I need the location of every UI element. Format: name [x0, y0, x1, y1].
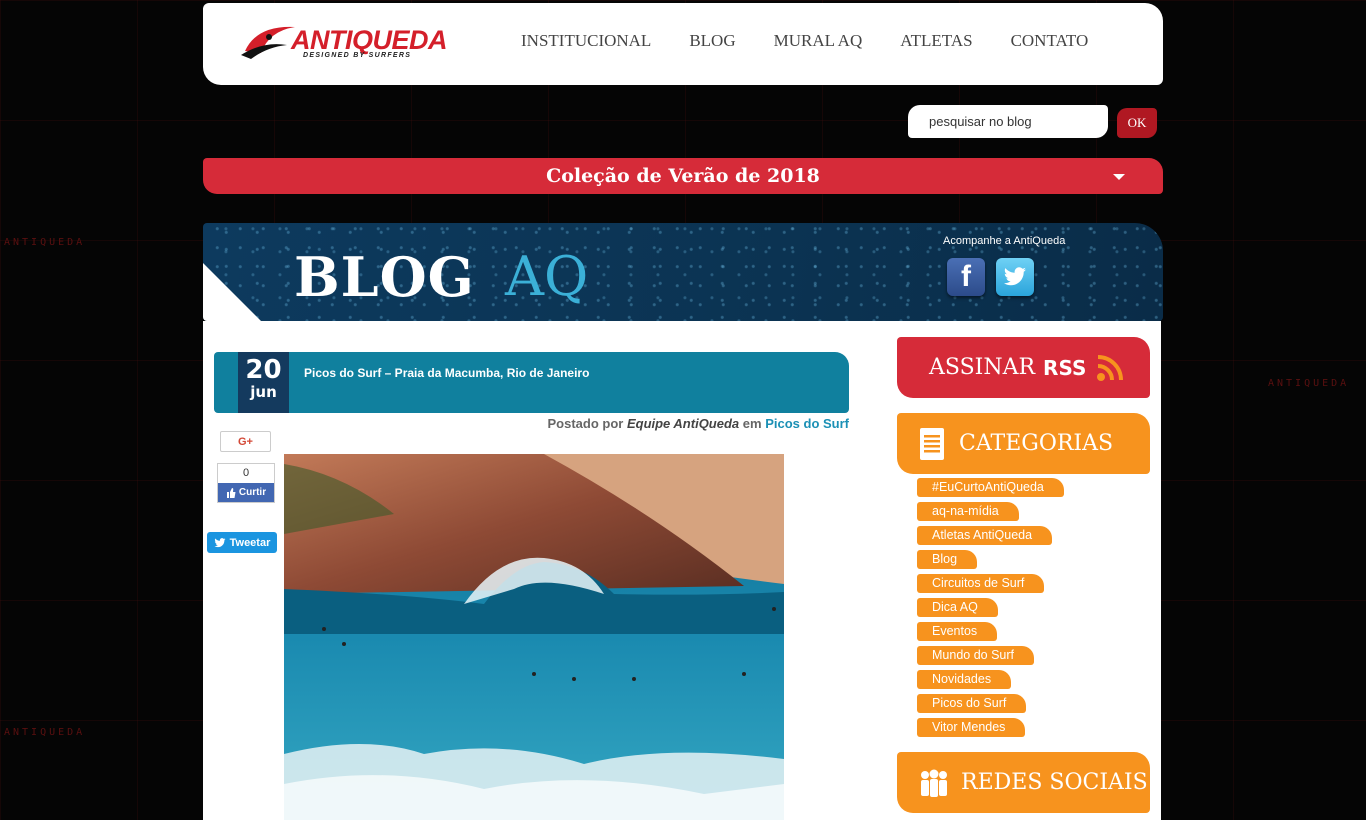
- twitter-icon[interactable]: [996, 258, 1034, 296]
- chevron-down-icon: [1113, 174, 1125, 180]
- rss-label: ASSINAR: [929, 355, 1036, 380]
- nav-item-atletas[interactable]: ATLETAS: [900, 31, 972, 51]
- category-item[interactable]: Atletas AntiQueda: [917, 526, 1053, 545]
- collection-title: Coleção de Verão de 2018: [546, 165, 820, 187]
- posted-in-word: em: [742, 416, 762, 431]
- category-item[interactable]: Vitor Mendes: [917, 718, 1026, 737]
- post-category-link[interactable]: Picos do Surf: [765, 416, 849, 431]
- collection-dropdown[interactable]: Coleção de Verão de 2018: [203, 158, 1163, 194]
- subscribe-rss-button[interactable]: ASSINAR RSS: [897, 337, 1150, 398]
- banner-blog-title: BLOG: [294, 245, 475, 309]
- nav-item-blog[interactable]: BLOG: [689, 31, 735, 51]
- category-item[interactable]: aq-na-mídia: [917, 502, 1019, 521]
- google-plus-label: G+: [238, 435, 253, 448]
- post-date-day: 20: [245, 355, 282, 385]
- facebook-icon[interactable]: f: [947, 258, 985, 296]
- background-wordmark: ANTIQUEDA: [4, 727, 86, 738]
- category-item[interactable]: Picos do Surf: [917, 694, 1027, 713]
- document-list-icon: [920, 427, 944, 460]
- rss-icon: [1097, 354, 1124, 381]
- antiqueda-logo[interactable]: ANTIQUEDA DESIGNED BY SURFERS: [239, 21, 471, 65]
- posted-prefix: Postado por: [547, 416, 624, 431]
- google-plus-button[interactable]: G+: [220, 431, 271, 452]
- categories-title: CATEGORIAS: [959, 431, 1114, 456]
- social-networks-header: REDES SOCIAIS: [897, 752, 1150, 813]
- post-date: 20 jun: [238, 352, 289, 413]
- category-item[interactable]: Circuitos de Surf: [917, 574, 1045, 593]
- search-input[interactable]: [908, 105, 1108, 138]
- banner-corner-cut: [203, 263, 261, 321]
- category-list: #EuCurtoAntiQueda aq-na-mídia Atletas An…: [917, 476, 1064, 740]
- nav-item-mural-aq[interactable]: MURAL AQ: [774, 31, 863, 51]
- logo-tagline: DESIGNED BY SURFERS: [303, 52, 412, 59]
- post-image-surf-wave: [284, 454, 784, 820]
- background-wordmark: ANTIQUEDA: [1268, 378, 1350, 389]
- search-button[interactable]: OK: [1117, 108, 1157, 138]
- facebook-like-label: Curtir: [238, 487, 267, 498]
- facebook-like-action[interactable]: Curtir: [218, 483, 274, 502]
- background-wordmark: ANTIQUEDA: [4, 237, 86, 248]
- category-item[interactable]: Dica AQ: [917, 598, 998, 617]
- social-networks-title: REDES SOCIAIS: [961, 770, 1148, 795]
- thumbs-up-icon: [226, 487, 236, 498]
- category-item[interactable]: Blog: [917, 550, 978, 569]
- category-item[interactable]: Eventos: [917, 622, 998, 641]
- tweet-label: Tweetar: [229, 536, 271, 549]
- surfer-swoosh-icon: [241, 26, 295, 59]
- facebook-like-button[interactable]: 0 Curtir: [217, 463, 275, 503]
- content-area: 20 jun Picos do Surf – Praia da Macumba,…: [203, 321, 1161, 820]
- post-date-month: jun: [250, 383, 277, 401]
- category-item[interactable]: #EuCurtoAntiQueda: [917, 478, 1064, 497]
- post-header: 20 jun Picos do Surf – Praia da Macumba,…: [214, 352, 849, 413]
- categories-header: CATEGORIAS: [897, 413, 1150, 474]
- post-author: Equipe AntiQueda: [626, 416, 740, 431]
- post-meta: Postado por Equipe AntiQueda em Picos do…: [547, 416, 849, 431]
- category-item[interactable]: Novidades: [917, 670, 1012, 689]
- site-header: ANTIQUEDA DESIGNED BY SURFERS INSTITUCIO…: [203, 3, 1163, 85]
- tweet-button[interactable]: Tweetar: [207, 532, 277, 553]
- post-title[interactable]: Picos do Surf – Praia da Macumba, Rio de…: [304, 366, 589, 380]
- rss-strong-label: RSS: [1043, 355, 1087, 380]
- category-item[interactable]: Mundo do Surf: [917, 646, 1034, 665]
- nav-item-contato[interactable]: CONTATO: [1011, 31, 1089, 51]
- nav-item-institucional[interactable]: INSTITUCIONAL: [521, 31, 651, 51]
- follow-label: Acompanhe a AntiQueda: [943, 235, 1066, 247]
- banner-aq-title: AQ: [505, 245, 589, 308]
- people-group-icon: [921, 769, 947, 797]
- main-nav: INSTITUCIONAL BLOG MURAL AQ ATLETAS CONT…: [521, 31, 1126, 51]
- blog-banner: BLOG AQ Acompanhe a AntiQueda f: [203, 223, 1163, 321]
- twitter-bird-icon: [214, 537, 226, 547]
- facebook-like-count: 0: [242, 467, 250, 479]
